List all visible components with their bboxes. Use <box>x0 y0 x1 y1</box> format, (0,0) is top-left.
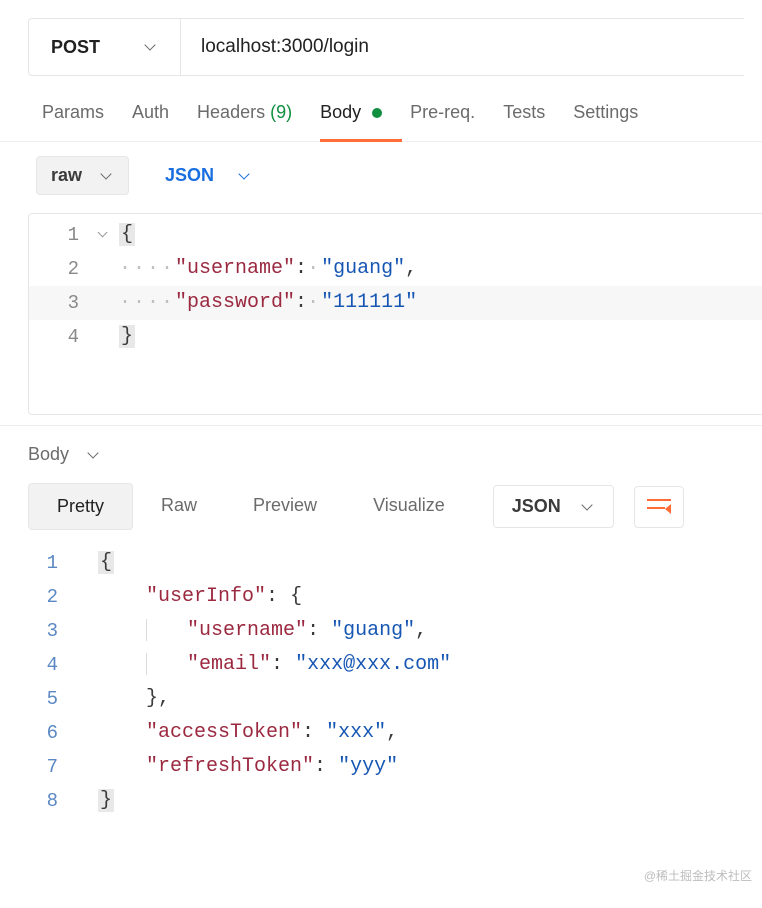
body-language-label: JSON <box>165 165 214 186</box>
view-visualize[interactable]: Visualize <box>345 483 473 530</box>
tab-headers[interactable]: Headers (9) <box>197 102 292 141</box>
request-tabs: Params Auth Headers (9) Body Pre-req. Te… <box>0 76 762 142</box>
fold-icon[interactable] <box>97 228 111 242</box>
tab-tests[interactable]: Tests <box>503 102 545 141</box>
body-language-select[interactable]: JSON <box>165 165 252 186</box>
request-url-text: localhost:3000/login <box>201 36 369 58</box>
chevron-down-icon <box>100 169 114 183</box>
chevron-down-icon <box>87 448 101 462</box>
request-url-input[interactable]: localhost:3000/login <box>181 19 744 75</box>
unsaved-dot-icon <box>372 108 382 118</box>
view-raw[interactable]: Raw <box>133 483 225 530</box>
view-pretty[interactable]: Pretty <box>28 483 133 530</box>
chevron-down-icon <box>581 500 595 514</box>
line-number: 1 <box>10 546 68 580</box>
response-view-bar: Pretty Raw Preview Visualize JSON <box>0 483 762 530</box>
http-method-select[interactable]: POST <box>29 19 181 75</box>
response-language-label: JSON <box>512 496 561 517</box>
request-body-editor[interactable]: 1 { 2 ····"username":·"guang", 3 ····"pa… <box>28 213 762 415</box>
line-number: 3 <box>29 286 89 320</box>
tab-params[interactable]: Params <box>42 102 104 141</box>
body-mode-select[interactable]: raw <box>36 156 129 195</box>
wrap-icon <box>647 497 671 517</box>
watermark: @稀土掘金技术社区 <box>644 867 752 884</box>
tab-body[interactable]: Body <box>320 102 382 141</box>
line-number: 7 <box>10 750 68 784</box>
line-number: 3 <box>10 614 68 648</box>
chevron-down-icon <box>144 40 158 54</box>
request-bar: POST localhost:3000/login <box>28 18 744 76</box>
response-section-header[interactable]: Body <box>0 425 762 483</box>
response-language-select[interactable]: JSON <box>493 485 614 528</box>
http-method-label: POST <box>51 37 100 58</box>
view-preview[interactable]: Preview <box>225 483 345 530</box>
response-section-label: Body <box>28 444 69 465</box>
chevron-down-icon <box>238 169 252 183</box>
tab-prereq[interactable]: Pre-req. <box>410 102 475 141</box>
line-number: 8 <box>10 784 68 818</box>
line-number: 2 <box>10 580 68 614</box>
response-body-editor[interactable]: 1 { 2 "userInfo": { 3 "username": "guang… <box>0 546 762 818</box>
line-number: 4 <box>29 320 89 354</box>
line-number: 4 <box>10 648 68 682</box>
line-number: 1 <box>29 218 89 252</box>
wrap-lines-button[interactable] <box>634 486 684 528</box>
tab-auth[interactable]: Auth <box>132 102 169 141</box>
line-number: 5 <box>10 682 68 716</box>
line-number: 2 <box>29 252 89 286</box>
tab-settings[interactable]: Settings <box>573 102 638 141</box>
body-subbar: raw JSON <box>0 142 762 209</box>
response-view-group: Pretty Raw Preview Visualize <box>28 483 473 530</box>
line-number: 6 <box>10 716 68 750</box>
body-mode-label: raw <box>51 165 82 186</box>
